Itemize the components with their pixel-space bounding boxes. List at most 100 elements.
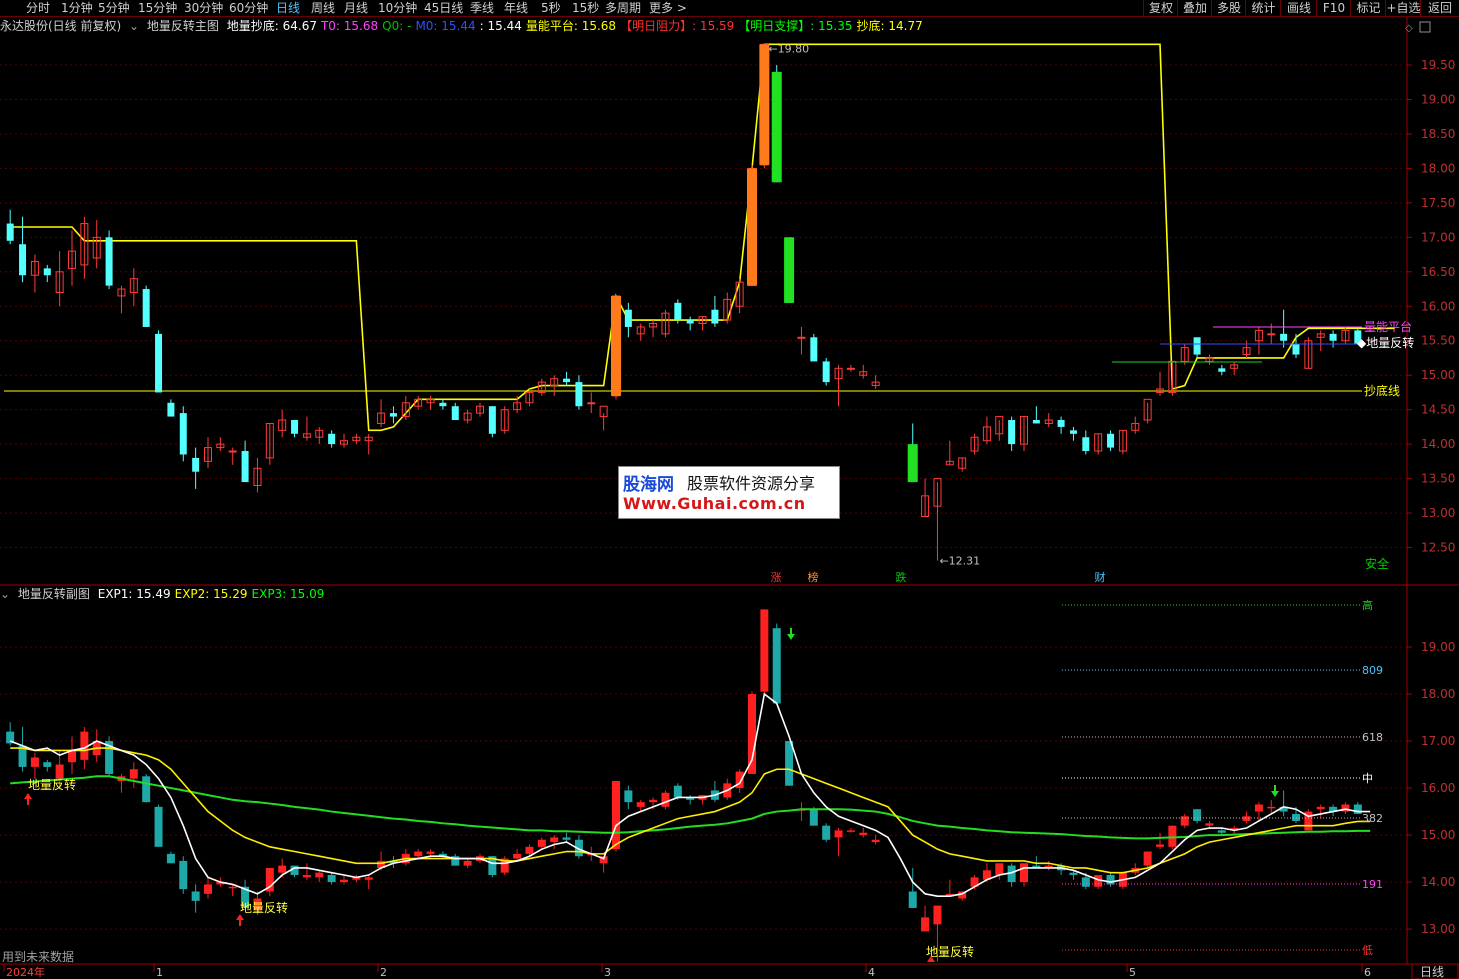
sub-candle-body: [142, 776, 151, 803]
toolbar-btn-7[interactable]: +自选: [1385, 0, 1421, 16]
sub-candle-body: [562, 837, 571, 840]
sub-reversal-label: 地量反转: [240, 900, 288, 915]
period-11[interactable]: 季线: [470, 0, 494, 16]
sub-candle-body: [1180, 816, 1189, 826]
sub-candle-body: [661, 792, 670, 807]
sub-candle-body: [921, 917, 930, 932]
candle-body: [1280, 333, 1288, 341]
period-10[interactable]: 45日线: [424, 0, 463, 16]
limit-up-bar: [747, 168, 757, 286]
axis-label: 19.00: [1421, 92, 1455, 106]
watermark-url: Www.Guhai.com.cn: [623, 494, 806, 513]
period-13[interactable]: 5秒: [541, 0, 561, 16]
period-3[interactable]: 15分钟: [138, 0, 177, 16]
axis-label: 18.00: [1421, 161, 1455, 175]
fib-label: 中: [1362, 772, 1373, 785]
period-0[interactable]: 分时: [26, 0, 50, 16]
fib-label: 低: [1362, 944, 1373, 957]
period-12[interactable]: 年线: [504, 0, 528, 16]
sub-candle-body: [204, 884, 212, 894]
axis-label: 13.50: [1421, 472, 1455, 486]
candle-body: [1032, 420, 1040, 424]
axis-label: 17.00: [1421, 734, 1455, 748]
axis-label: 15.00: [1421, 368, 1455, 382]
period-6[interactable]: 日线: [276, 0, 300, 16]
period-16[interactable]: 更多 >: [649, 0, 687, 16]
candle-body: [488, 406, 496, 434]
candle-body: [43, 268, 51, 276]
sub-candle-body: [612, 781, 620, 850]
info-item-1: T0: 15.68: [320, 19, 379, 33]
axis-label: 18.00: [1421, 687, 1455, 701]
fib-label: 809: [1362, 664, 1383, 677]
candle-body: [328, 433, 336, 445]
sub-candle-body: [908, 891, 917, 908]
collapse-icon[interactable]: ⌄: [0, 587, 10, 601]
sub-candle-body: [1353, 804, 1362, 814]
sub-candle-body: [1292, 813, 1300, 821]
sub-candle-body: [30, 757, 39, 767]
signal-tag: 财: [1095, 570, 1106, 584]
sub-candle-body: [340, 879, 348, 883]
time-label: 5: [1129, 966, 1136, 979]
sub-candle-body: [624, 790, 633, 803]
period-5[interactable]: 60分钟: [229, 0, 268, 16]
period-8[interactable]: 月线: [344, 0, 368, 16]
period-15[interactable]: 多周期: [605, 0, 641, 16]
candle-body: [105, 237, 113, 286]
candle-body: [291, 420, 299, 434]
sub-candle-body: [760, 609, 769, 692]
sub-candle-body: [228, 886, 237, 889]
candle-body: [686, 320, 694, 324]
candle-body: [822, 361, 830, 383]
sub-candle-body: [871, 839, 880, 843]
sub-indicator-name[interactable]: 地量反转副图: [18, 587, 90, 601]
period-1[interactable]: 1分钟: [61, 0, 93, 16]
exp2-line: [10, 747, 1371, 874]
toolbar-btn-3[interactable]: 统计: [1245, 0, 1281, 16]
fib-label: 191: [1362, 878, 1383, 891]
toolbar-btn-5[interactable]: F10: [1316, 0, 1351, 16]
axis-label: 12.50: [1421, 541, 1455, 555]
sub-candle-body: [649, 799, 658, 803]
period-4[interactable]: 30分钟: [184, 0, 223, 16]
toolbar-btn-1[interactable]: 叠加: [1177, 0, 1212, 16]
time-label: 2: [380, 966, 387, 979]
sub-candle-body: [513, 853, 522, 859]
sub-indicator-values: EXP1: 15.49 EXP2: 15.29 EXP3: 15.09: [98, 587, 329, 601]
sub-candle-body: [1168, 825, 1177, 847]
candle-body: [1292, 344, 1300, 355]
high-price-label: ←19.80: [768, 42, 809, 55]
sub-candle-body: [1242, 816, 1251, 821]
drop-bar: [771, 71, 782, 183]
candle-body: [624, 309, 632, 327]
toolbar-btn-4[interactable]: 画线: [1280, 0, 1317, 16]
candle-body: [563, 378, 571, 383]
axis-label: 16.00: [1421, 781, 1455, 795]
period-9[interactable]: 10分钟: [378, 0, 417, 16]
main-indicator-name[interactable]: 地量反转主图: [147, 19, 219, 33]
toolbar-btn-2[interactable]: 多股: [1211, 0, 1246, 16]
sub-candle-body: [1156, 844, 1164, 847]
info-item-5: 量能平台: 15.68: [525, 19, 617, 33]
toolbar-btn-8[interactable]: 返回: [1420, 0, 1459, 16]
period-14[interactable]: 15秒: [572, 0, 599, 16]
sub-candle-body: [302, 875, 311, 878]
drop-bar: [784, 237, 795, 303]
signal-tag: 榜: [808, 570, 819, 584]
volume-platform-label: 量能平台: [1364, 319, 1412, 334]
watermark-slogan: 股票软件资源分享: [687, 474, 816, 493]
period-badge: 日线: [1420, 965, 1444, 979]
collapse-icon[interactable]: ⌄: [129, 19, 139, 33]
time-label: 2024年: [6, 965, 45, 979]
axis-label: 14.00: [1421, 437, 1455, 451]
period-2[interactable]: 5分钟: [98, 0, 130, 16]
period-7[interactable]: 周线: [311, 0, 335, 16]
sub-candle-body: [1316, 806, 1325, 810]
toolbar-btn-6[interactable]: 标记: [1350, 0, 1386, 16]
candle-body: [6, 223, 14, 241]
fib-label: 382: [1362, 812, 1383, 825]
period-toolbar: 分时 1分钟 5分钟 15分钟 30分钟 60分钟 日线 周线 月线 10分钟 45日线 季线 年线 5秒…: [0, 0, 1459, 17]
sub-candle-body: [748, 694, 756, 774]
toolbar-btn-0[interactable]: 复权: [1143, 0, 1178, 16]
